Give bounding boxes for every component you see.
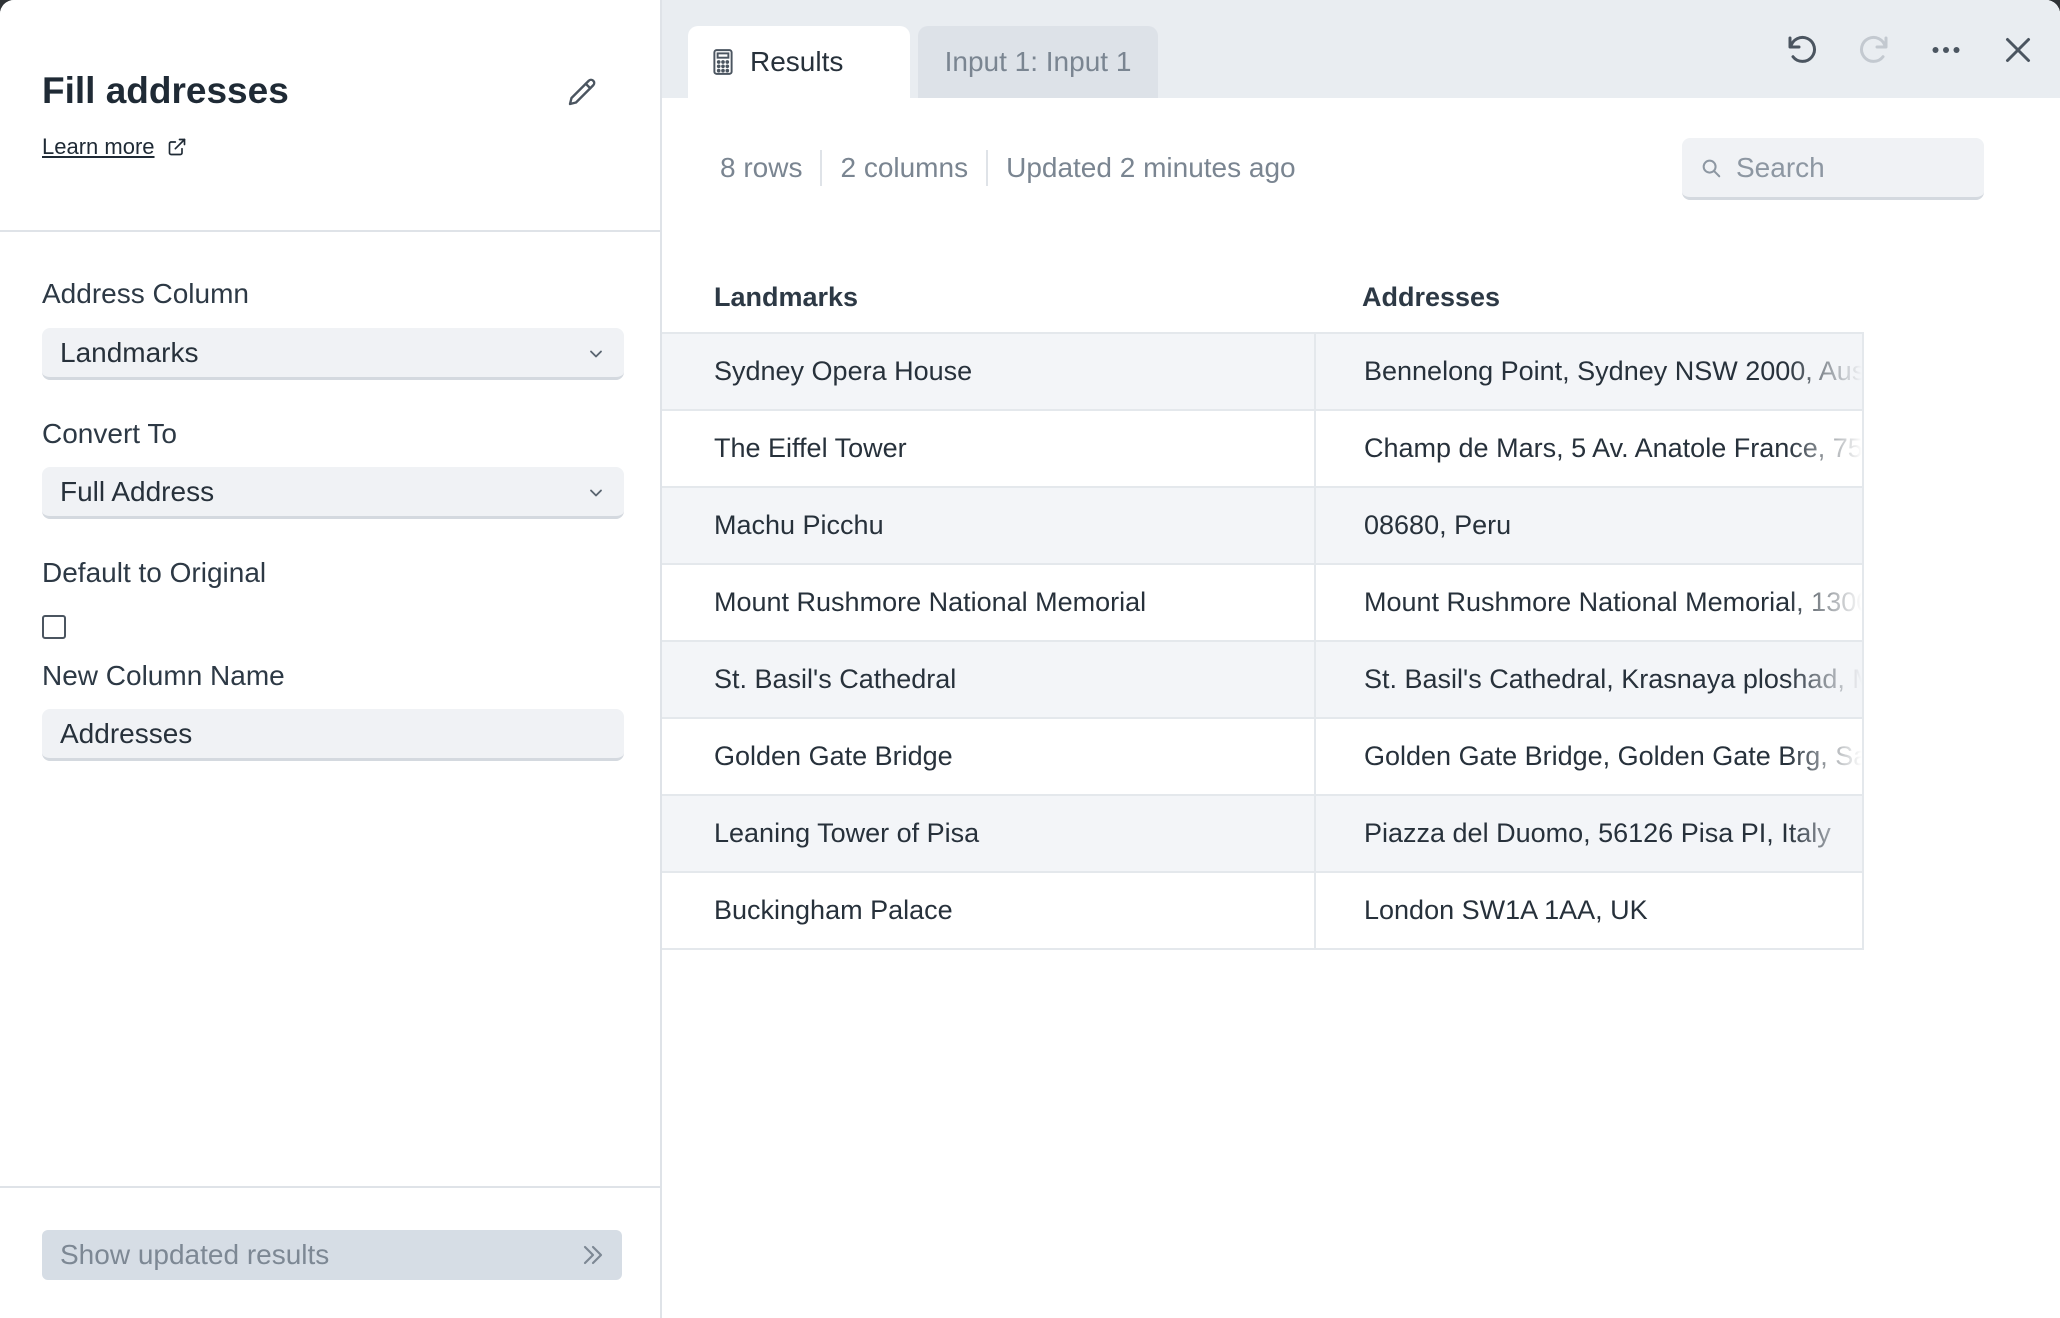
- search-input[interactable]: [1734, 150, 1968, 185]
- address-cell-text: Golden Gate Bridge, Golden Gate Brg, San…: [1364, 741, 1862, 771]
- address-cell: Piazza del Duomo, 56126 Pisa PI, Italy: [1314, 796, 1862, 871]
- address-column-label: Address Column: [42, 278, 249, 309]
- table-row[interactable]: Mount Rushmore National Memorial Mount R…: [662, 565, 1862, 642]
- address-cell: Mount Rushmore National Memorial, 13000 …: [1314, 565, 1862, 640]
- table-row[interactable]: Buckingham Palace London SW1A 1AA, UK: [662, 873, 1862, 950]
- address-cell-text: Champ de Mars, 5 Av. Anatole France, 750…: [1364, 433, 1862, 463]
- landmark-cell: St. Basil's Cathedral: [714, 664, 957, 694]
- new-column-name-label: New Column Name: [42, 660, 285, 691]
- convert-to-value: Full Address: [60, 475, 215, 507]
- default-to-original-label: Default to Original: [42, 557, 267, 588]
- landmark-cell: Machu Picchu: [714, 510, 884, 540]
- search-box[interactable]: [1682, 138, 1984, 200]
- tab-input-1-label: Input 1: Input 1: [944, 46, 1132, 77]
- close-icon[interactable]: [2000, 32, 2036, 68]
- show-updated-results-button[interactable]: Show updated results: [42, 1230, 622, 1280]
- results-panel: Results Input 1: Input 1 8 rows 2 column…: [662, 0, 2060, 1318]
- table-row[interactable]: Sydney Opera House Bennelong Point, Sydn…: [662, 334, 1862, 411]
- address-cell: 08680, Peru: [1314, 488, 1862, 563]
- table-row[interactable]: Machu Picchu 08680, Peru: [662, 488, 1862, 565]
- address-cell-text: 08680, Peru: [1364, 510, 1512, 540]
- column-header-addresses[interactable]: Addresses: [1314, 282, 1500, 313]
- external-link-icon: [168, 138, 185, 156]
- table-row[interactable]: Leaning Tower of Pisa Piazza del Duomo, …: [662, 796, 1862, 873]
- tab-results[interactable]: Results: [688, 26, 910, 98]
- meta-divider: [986, 150, 989, 186]
- chevron-down-icon: [590, 489, 602, 497]
- table-row[interactable]: Golden Gate Bridge Golden Gate Bridge, G…: [662, 719, 1862, 796]
- meta-divider: [820, 150, 823, 186]
- table-row[interactable]: St. Basil's Cathedral St. Basil's Cathed…: [662, 642, 1862, 719]
- results-table: Landmarks Addresses Sydney Opera House B…: [662, 268, 1864, 950]
- convert-to-label: Convert To: [42, 418, 177, 449]
- address-cell: London SW1A 1AA, UK: [1314, 873, 1862, 948]
- more-icon[interactable]: [1928, 32, 1964, 68]
- landmark-cell: Mount Rushmore National Memorial: [714, 587, 1147, 617]
- pencil-icon[interactable]: [564, 74, 600, 110]
- table-body: Sydney Opera House Bennelong Point, Sydn…: [662, 332, 1864, 950]
- new-column-name-input[interactable]: Addresses: [42, 709, 624, 761]
- redo-icon[interactable]: [1856, 32, 1892, 68]
- results-meta: 8 rows 2 columns Updated 2 minutes ago: [720, 150, 1296, 186]
- address-cell-text: London SW1A 1AA, UK: [1364, 895, 1648, 925]
- row-count: 8 rows: [720, 152, 803, 183]
- convert-to-select[interactable]: Full Address: [42, 467, 624, 519]
- landmark-cell: Golden Gate Bridge: [714, 741, 953, 771]
- landmark-cell: Buckingham Palace: [714, 895, 953, 925]
- address-cell: Champ de Mars, 5 Av. Anatole France, 750…: [1314, 411, 1862, 486]
- learn-more-label: Learn more: [42, 134, 155, 159]
- panel-header: Fill addresses Learn more: [0, 0, 660, 232]
- search-icon: [1702, 159, 1721, 177]
- panel-footer: Show updated results: [0, 1186, 660, 1318]
- updated-time: Updated 2 minutes ago: [1006, 152, 1296, 183]
- column-header-landmarks[interactable]: Landmarks: [714, 282, 858, 313]
- table-header: Landmarks Addresses: [662, 268, 1864, 332]
- address-cell-text: Bennelong Point, Sydney NSW 2000, Austra…: [1364, 356, 1862, 386]
- landmark-cell: Sydney Opera House: [714, 356, 973, 386]
- chevron-down-icon: [590, 350, 602, 358]
- column-count: 2 columns: [840, 152, 969, 183]
- address-cell-text: Piazza del Duomo, 56126 Pisa PI, Italy: [1364, 818, 1831, 848]
- new-column-name-value: Addresses: [60, 717, 193, 749]
- address-column-value: Landmarks: [60, 336, 199, 368]
- undo-icon[interactable]: [1784, 32, 1820, 68]
- address-cell-text: Mount Rushmore National Memorial, 13000 …: [1364, 587, 1862, 617]
- address-cell: Bennelong Point, Sydney NSW 2000, Austra…: [1314, 334, 1862, 409]
- tab-bar: Results Input 1: Input 1: [662, 0, 2060, 98]
- address-cell-text: St. Basil's Cathedral, Krasnaya ploshad,…: [1364, 664, 1862, 694]
- tab-results-label: Results: [750, 46, 844, 77]
- address-column-select[interactable]: Landmarks: [42, 328, 624, 380]
- learn-more-link[interactable]: Learn more: [42, 134, 187, 160]
- fill-addresses-modal: Fill addresses Learn more Address Column…: [0, 0, 2060, 1318]
- landmark-cell: Leaning Tower of Pisa: [714, 818, 980, 848]
- landmark-cell: The Eiffel Tower: [714, 433, 907, 463]
- double-chevron-right-icon: [583, 1245, 603, 1265]
- default-to-original-checkbox[interactable]: [42, 615, 66, 639]
- panel-title: Fill addresses: [42, 70, 289, 111]
- tab-input-1[interactable]: Input 1: Input 1: [918, 26, 1158, 98]
- config-panel: Fill addresses Learn more Address Column…: [0, 0, 662, 1318]
- calculator-icon: [713, 49, 733, 75]
- address-cell: Golden Gate Bridge, Golden Gate Brg, San…: [1314, 719, 1862, 794]
- address-cell: St. Basil's Cathedral, Krasnaya ploshad,…: [1314, 642, 1862, 717]
- show-updated-results-label: Show updated results: [60, 1239, 330, 1270]
- table-row[interactable]: The Eiffel Tower Champ de Mars, 5 Av. An…: [662, 411, 1862, 488]
